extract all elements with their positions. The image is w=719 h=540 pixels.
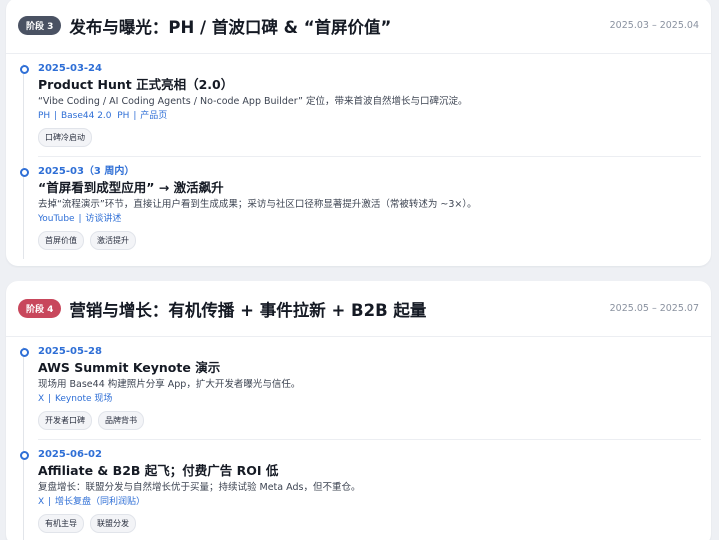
- link-youtube[interactable]: YouTube: [38, 214, 75, 224]
- event-description: 复盘增长：联盟分发与自然增长优于买量；持续试验 Meta Ads，但不重仓。: [38, 482, 361, 493]
- timeline-dot-icon: [20, 451, 29, 460]
- event-date: 2025-05-28: [38, 346, 102, 357]
- phase-3-header: 阶段 3 发布与曝光：PH / 首波口碑 & “首屏价值” 2025.03 – …: [6, 0, 711, 54]
- event-title: “首屏看到成型应用” → 激活飙升: [38, 180, 224, 195]
- event-tag: 开发者口碑: [38, 411, 92, 430]
- timeline: 2025-03-24 Product Hunt 正式亮相（2.0） “Vibe …: [6, 54, 711, 259]
- phase-title: 营销与增长：有机传播 + 事件拉新 + B2B 起量: [69, 300, 427, 320]
- event-tag: 有机主导: [38, 514, 84, 533]
- timeline-dot-icon: [20, 168, 29, 177]
- timeline-line: [23, 64, 24, 259]
- event-tags: 开发者口碑 品牌背书: [38, 411, 701, 430]
- phase-badge: 阶段 3: [18, 16, 62, 35]
- event-title: AWS Summit Keynote 演示: [38, 360, 221, 375]
- timeline-event: 2025-03（3 周内） “首屏看到成型应用” → 激活飙升 去掉“流程演示”…: [20, 157, 701, 259]
- timeline-event: 2025-06-02 Affiliate & B2B 起飞；付费广告 ROI 低…: [20, 440, 701, 540]
- phase-4-header: 阶段 4 营销与增长：有机传播 + 事件拉新 + B2B 起量 2025.05 …: [6, 281, 711, 337]
- link-ph[interactable]: PH: [38, 111, 50, 121]
- link-growth-recap[interactable]: 增长复盘（同利润贴）: [55, 497, 145, 507]
- event-tags: 首屏价值 激活提升: [38, 231, 701, 250]
- timeline-event: 2025-05-28 AWS Summit Keynote 演示 现场用 Bas…: [20, 337, 701, 440]
- event-title: Product Hunt 正式亮相（2.0）: [38, 77, 234, 92]
- phase-3-card: 阶段 3 发布与曝光：PH / 首波口碑 & “首屏价值” 2025.03 – …: [6, 0, 711, 266]
- link-product-page[interactable]: 产品页: [140, 111, 167, 121]
- timeline-dot-icon: [20, 65, 29, 74]
- event-links: YouTube | 访谈讲述: [38, 214, 122, 224]
- timeline-dot-icon: [20, 348, 29, 357]
- event-links: X | Keynote 现场: [38, 394, 113, 404]
- link-keynote[interactable]: Keynote 现场: [55, 394, 112, 404]
- phase-date-range: 2025.03 – 2025.04: [609, 20, 699, 31]
- event-date: 2025-06-02: [38, 449, 102, 460]
- phase-badge: 阶段 4: [18, 299, 62, 318]
- event-tag: 口碑冷启动: [38, 128, 92, 147]
- phase-4-card: 阶段 4 营销与增长：有机传播 + 事件拉新 + B2B 起量 2025.05 …: [6, 281, 711, 540]
- link-interview[interactable]: 访谈讲述: [85, 214, 121, 224]
- event-tag: 联盟分发: [90, 514, 136, 533]
- event-tags: 口碑冷启动: [38, 128, 701, 147]
- event-links: PH | Base44 2.0 PH | 产品页: [38, 111, 168, 121]
- event-description: 现场用 Base44 构建照片分享 App，扩大开发者曝光与信任。: [38, 379, 301, 390]
- link-base44-2[interactable]: Base44 2.0: [61, 111, 112, 121]
- event-date: 2025-03-24: [38, 63, 102, 74]
- event-title: Affiliate & B2B 起飞；付费广告 ROI 低: [38, 463, 279, 478]
- event-description: “Vibe Coding / AI Coding Agents / No-cod…: [38, 96, 468, 107]
- event-tags: 有机主导 联盟分发: [38, 514, 701, 533]
- event-date: 2025-03（3 周内）: [38, 166, 135, 177]
- event-tag: 首屏价值: [38, 231, 84, 250]
- event-links: X | 增长复盘（同利润贴）: [38, 497, 145, 507]
- event-tag: 激活提升: [90, 231, 136, 250]
- event-description: 去掉“流程演示”环节，直接让用户看到生成成果；采访与社区口径称显著提升激活（常被…: [38, 199, 477, 210]
- event-tag: 品牌背书: [98, 411, 144, 430]
- timeline-line: [23, 347, 24, 540]
- timeline-event: 2025-03-24 Product Hunt 正式亮相（2.0） “Vibe …: [20, 54, 701, 157]
- phase-date-range: 2025.05 – 2025.07: [609, 303, 699, 314]
- timeline: 2025-05-28 AWS Summit Keynote 演示 现场用 Bas…: [6, 337, 711, 540]
- link-ph-2[interactable]: PH: [117, 111, 129, 121]
- phase-title: 发布与曝光：PH / 首波口碑 & “首屏价值”: [69, 17, 392, 37]
